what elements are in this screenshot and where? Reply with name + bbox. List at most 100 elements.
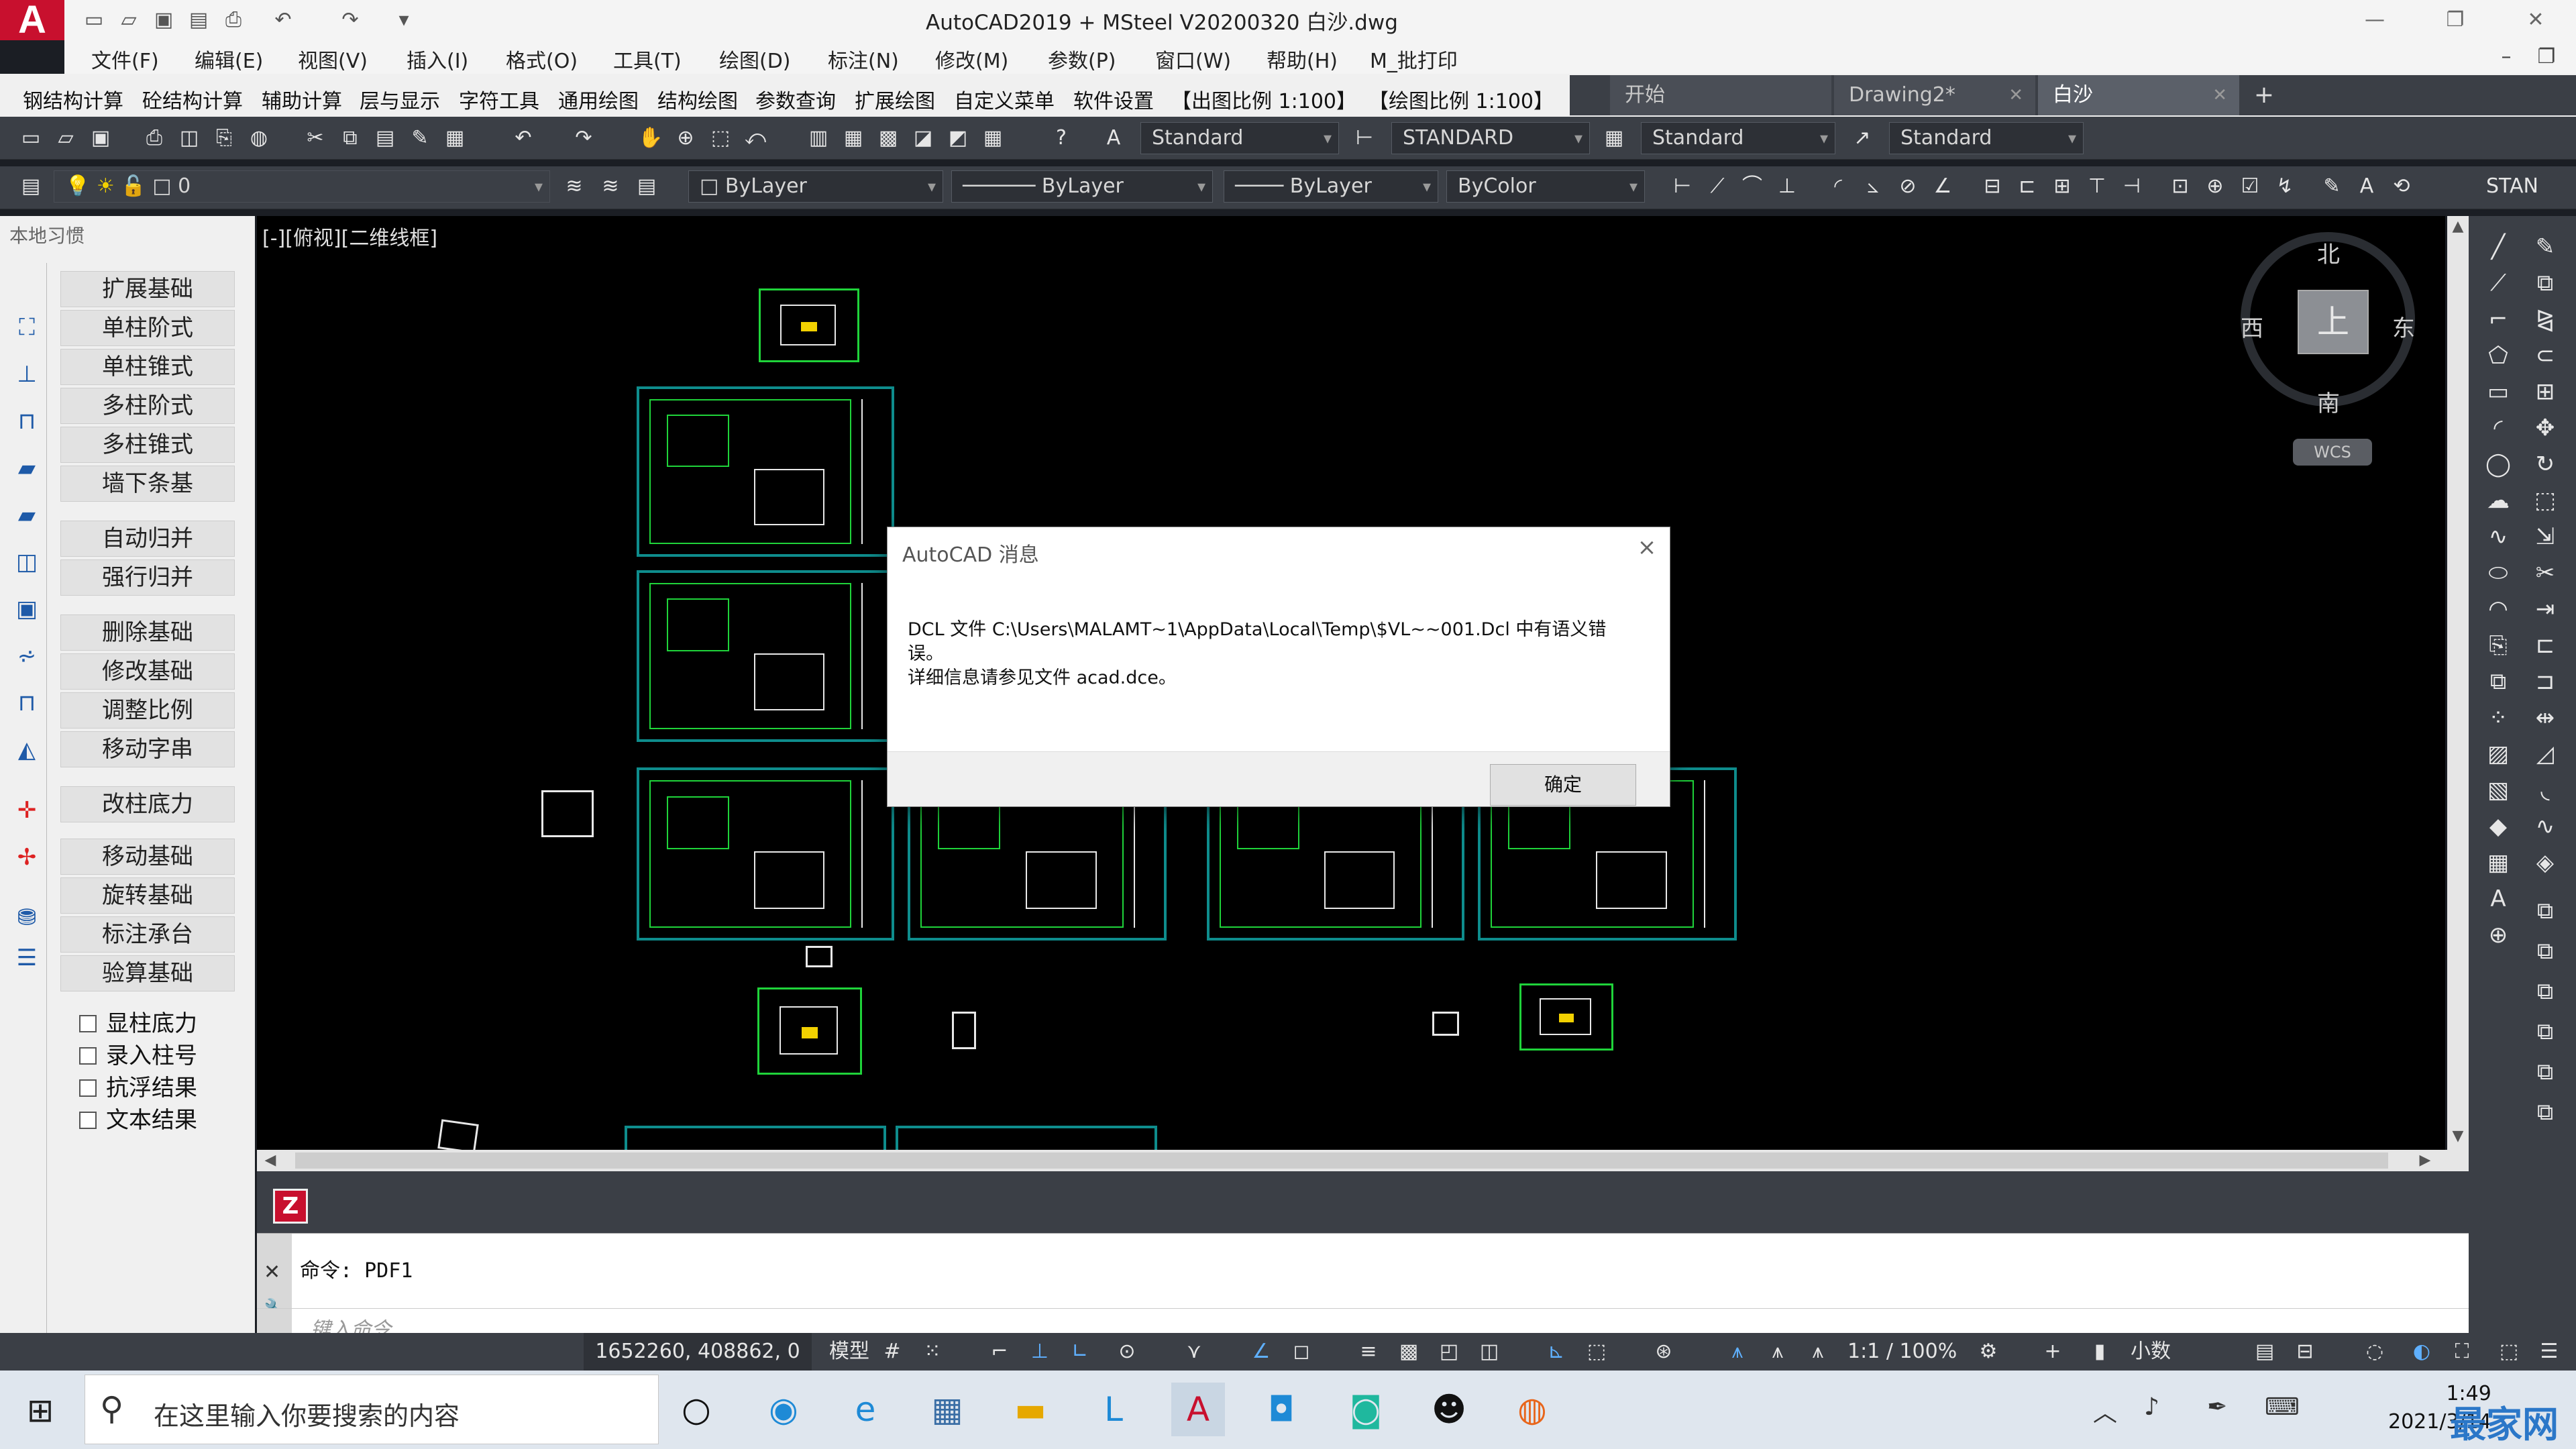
undo-icon[interactable]: ↶ [268, 5, 298, 35]
menu-dimension[interactable]: 标注(N) [828, 44, 899, 74]
mleader-style-select[interactable]: Standard [1889, 122, 2084, 154]
volume-icon[interactable]: ♪ [2144, 1393, 2159, 1421]
menu-edit[interactable]: 编辑(E) [195, 44, 263, 74]
tool-icon[interactable]: ⧉ [2526, 1095, 2564, 1130]
osnap-icon[interactable]: ◻ [1288, 1338, 1315, 1365]
force-merge-button[interactable]: 强行归并 [60, 559, 235, 596]
snap-icon[interactable]: ⁙ [919, 1338, 946, 1365]
scroll-down-icon[interactable]: ▼ [2447, 1126, 2469, 1147]
ribbon-param-query[interactable]: 参数查询 [755, 85, 836, 114]
ribbon-settings[interactable]: 软件设置 [1073, 85, 1154, 114]
fullscreen-icon[interactable]: ⬚ [2496, 1338, 2522, 1365]
tool-icon[interactable]: ⧉ [2526, 894, 2564, 928]
auto-merge-button[interactable]: 自动归并 [60, 521, 235, 557]
layer-properties-icon[interactable]: ▤ [17, 173, 44, 200]
tool-icon[interactable]: ⧉ [2526, 1055, 2564, 1089]
new-icon[interactable]: ▭ [17, 125, 44, 152]
copy-icon[interactable]: ⧉ [2526, 266, 2564, 301]
doc-restore-icon[interactable]: ❐ [2520, 40, 2573, 74]
circle-icon[interactable]: ◯ [2479, 447, 2517, 482]
layer-select[interactable]: 💡 ☀ 🔓 □ 0 [54, 170, 550, 203]
arc-length-icon[interactable]: ⌒ [1739, 173, 1766, 200]
frame-icon[interactable]: ⊓ [13, 686, 40, 720]
pan-icon[interactable]: ✋ [637, 125, 664, 152]
windows-start-icon[interactable]: ⊞ [13, 1384, 67, 1438]
move-string-button[interactable]: 移动字串 [60, 731, 235, 767]
beam-icon[interactable]: ▰ [13, 451, 40, 486]
enter-column-no-checkbox[interactable]: 录入柱号 [79, 1037, 197, 1070]
viewcube-top-face[interactable]: 上 [2298, 290, 2369, 354]
wall-icon[interactable]: ▣ [13, 592, 40, 627]
tab-close-icon[interactable]: ✕ [2008, 75, 2023, 115]
point-icon[interactable]: ⁘ [2479, 700, 2517, 735]
menu-insert[interactable]: 插入(I) [407, 44, 468, 74]
scroll-left-icon[interactable]: ◀ [260, 1150, 281, 1171]
slab-icon[interactable]: ▰ [13, 498, 40, 533]
ribbon-layer-display[interactable]: 层与显示 [360, 85, 440, 114]
label-pile-cap-button[interactable]: 标注承台 [60, 916, 235, 953]
extend-icon[interactable]: ⇥ [2526, 592, 2564, 627]
app-screen-icon[interactable]: ◘ [1254, 1383, 1308, 1436]
gradient-icon[interactable]: ▧ [2479, 773, 2517, 808]
file-explorer-icon[interactable]: ▬ [1004, 1383, 1057, 1436]
lock-ui-icon[interactable]: ⊟ [2292, 1338, 2318, 1365]
tool-icon[interactable]: ⧉ [2526, 934, 2564, 969]
ribbon-struct-draw[interactable]: 结构绘图 [657, 85, 738, 114]
break-point-icon[interactable]: ⊏ [2526, 628, 2564, 663]
tab-baisha[interactable]: 白沙 ✕ [2038, 75, 2239, 115]
layer-state-icon[interactable]: ▤ [633, 173, 660, 200]
dim-text-edit-icon[interactable]: A [2353, 173, 2380, 200]
pen-icon[interactable]: ✒ [2207, 1393, 2227, 1421]
revcloud-icon[interactable]: ☁ [2479, 483, 2517, 518]
baseline-icon[interactable]: ⊏ [2014, 173, 2041, 200]
new-tab-icon[interactable]: + [2247, 79, 2281, 111]
break-icon[interactable]: ⊐ [2526, 664, 2564, 699]
text-style-icon[interactable]: A [1100, 125, 1127, 152]
design-center-icon[interactable]: ▦ [840, 125, 867, 152]
menu-parametric[interactable]: 参数(P) [1048, 44, 1116, 74]
mleader-style-icon[interactable]: ↗ [1849, 125, 1876, 152]
mirror-icon[interactable]: ⧎ [2526, 302, 2564, 337]
chamfer-icon[interactable]: ◿ [2526, 737, 2564, 771]
dim-style-select[interactable]: STANDARD [1391, 122, 1590, 154]
open-icon[interactable]: ▱ [52, 125, 79, 152]
stretch-icon[interactable]: ⇲ [2526, 519, 2564, 554]
rectangle-icon[interactable]: ▭ [2479, 374, 2517, 409]
add-selected-icon[interactable]: ⊕ [2479, 918, 2517, 953]
units-select[interactable]: 小数 [2131, 1333, 2171, 1371]
menu-modify[interactable]: 修改(M) [935, 44, 1008, 74]
annotation-scale-icon[interactable]: ⩚ [1805, 1338, 1831, 1365]
dim-style-icon[interactable]: ⊢ [1351, 125, 1378, 152]
multi-step-button[interactable]: 多柱阶式 [60, 388, 235, 424]
region-icon[interactable]: ◆ [2479, 809, 2517, 844]
tab-close-icon[interactable]: ✕ [2212, 75, 2227, 115]
calculator-icon[interactable]: ▦ [920, 1383, 974, 1436]
close-icon[interactable]: × [1632, 533, 1662, 562]
save-icon[interactable]: ▣ [87, 125, 114, 152]
app-l-icon[interactable]: L [1087, 1383, 1140, 1436]
annotation-scale-select[interactable]: 1:1 / 100% [1847, 1333, 1957, 1371]
app-green-icon[interactable]: ◙ [1339, 1383, 1393, 1436]
ordinate-icon[interactable]: ⊥ [1774, 173, 1801, 200]
ribbon-draw-scale[interactable]: 【绘图比例 1:100】 [1368, 85, 1554, 114]
match-prop-icon[interactable]: ✎ [407, 125, 433, 152]
trim-icon[interactable]: ✂ [2526, 555, 2564, 590]
save-as-icon[interactable]: ▤ [184, 5, 213, 35]
tab-start[interactable]: 开始 [1610, 75, 1831, 115]
open-file-icon[interactable]: ▱ [114, 5, 144, 35]
plot-icon[interactable]: ⎙ [141, 125, 168, 152]
redo-icon[interactable]: ↷ [570, 125, 597, 152]
linetype-select[interactable]: ────── ByLayer [951, 170, 1213, 203]
firefox-icon[interactable]: ◍ [1505, 1383, 1559, 1436]
zoom-window-icon[interactable]: ⬚ [707, 125, 734, 152]
single-cone-button[interactable]: 单柱锥式 [60, 349, 235, 385]
move-icon[interactable]: ✥ [2526, 411, 2564, 445]
show-column-force-checkbox[interactable]: 显柱底力 [79, 1005, 197, 1038]
menu-batch-print[interactable]: M_批打印 [1370, 44, 1458, 74]
tool-palettes-icon[interactable]: ▩ [875, 125, 902, 152]
save-icon[interactable]: ▣ [149, 5, 178, 35]
3d-osnap-icon[interactable]: ◫ [1476, 1338, 1503, 1365]
list-icon[interactable]: ☰ [13, 941, 40, 975]
angular-icon[interactable]: ∠ [1929, 173, 1956, 200]
plot-icon[interactable]: ⎙ [219, 5, 248, 35]
